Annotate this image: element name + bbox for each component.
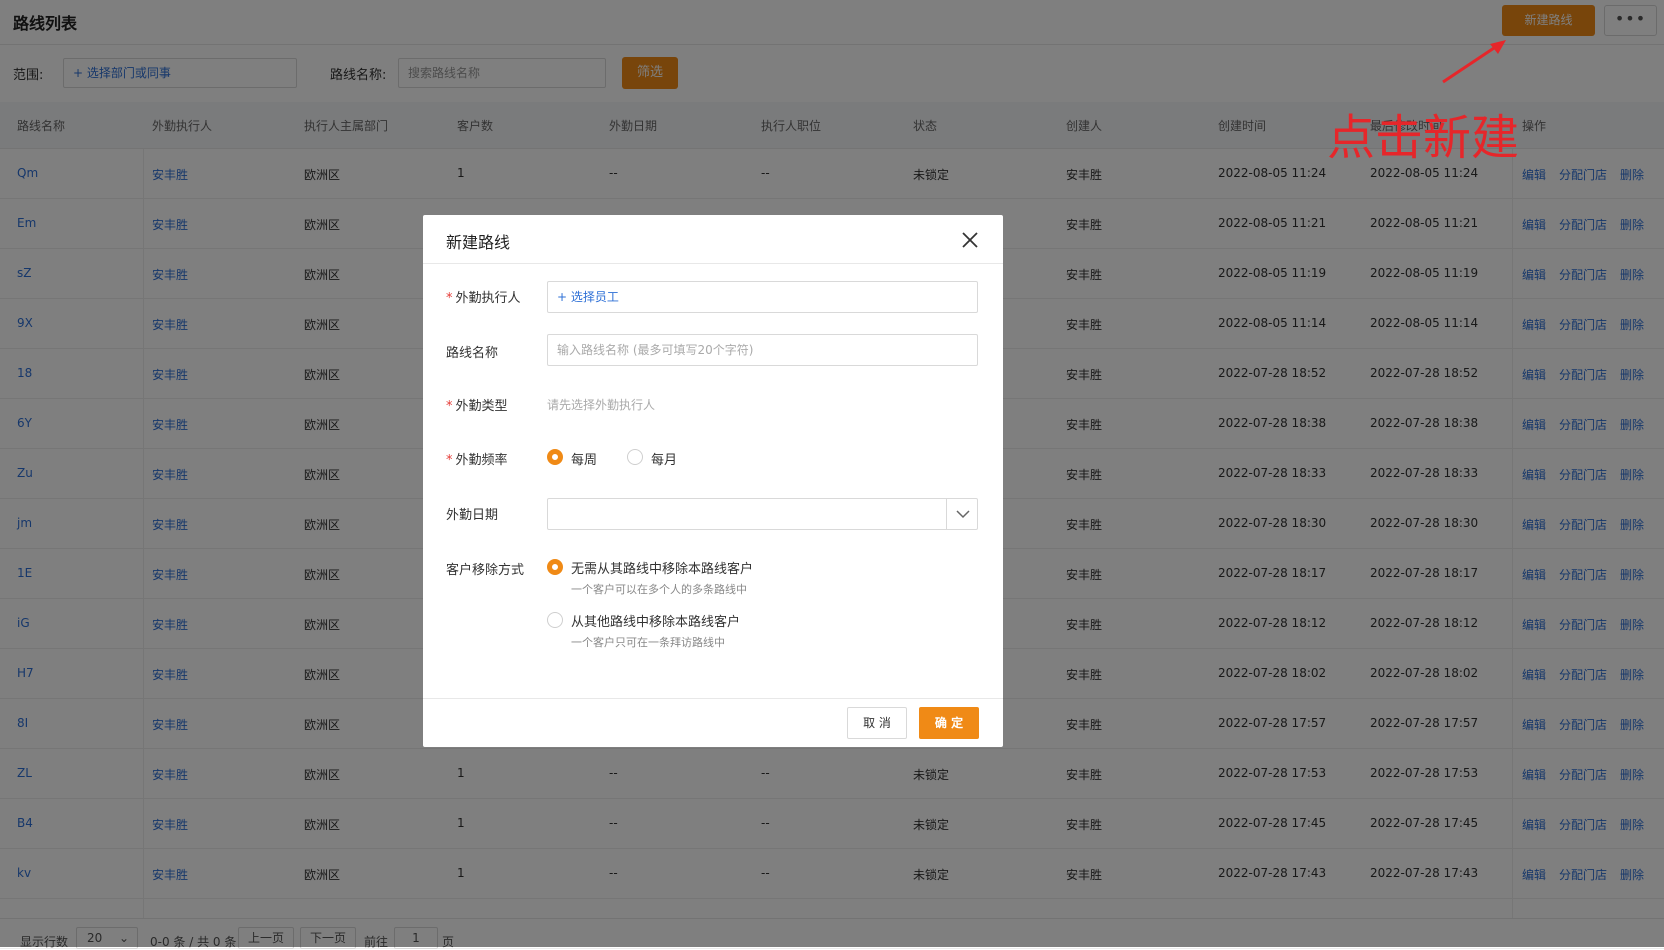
frequency-field-label: * 外勤频率	[446, 449, 508, 468]
cancel-button[interactable]: 取 消	[847, 707, 907, 739]
annotation-arrow-icon	[1442, 40, 1506, 84]
dialog-header-divider	[423, 263, 1003, 264]
date-field-label: 外勤日期	[446, 508, 499, 523]
select-employee-button[interactable]: + 选择员工	[547, 281, 978, 313]
executor-field-label: * 外勤执行人	[446, 287, 521, 306]
frequency-weekly-radio[interactable]	[547, 449, 563, 465]
removal-option-2-radio[interactable]	[547, 612, 563, 628]
removal-field-label: 客户移除方式	[446, 563, 525, 578]
type-field-label: * 外勤类型	[446, 395, 508, 414]
annotation-text: 点击新建	[1327, 110, 1520, 166]
removal-option-2-desc: 一个客户只可在一条拜访路线中	[571, 636, 725, 649]
frequency-label-text: 外勤频率	[455, 453, 508, 468]
dialog-title: 新建路线	[446, 233, 511, 252]
date-select[interactable]	[547, 498, 978, 530]
executor-label-text: 外勤执行人	[455, 291, 521, 306]
required-mark: *	[446, 399, 453, 414]
dialog-footer-divider	[423, 698, 1003, 699]
required-mark: *	[446, 453, 453, 468]
route-name-input[interactable]: 输入路线名称 (最多可填写20个字符)	[547, 334, 978, 366]
close-icon[interactable]	[959, 229, 981, 251]
removal-option-1-desc: 一个客户可以在多个人的多条路线中	[571, 583, 747, 596]
removal-option-1-radio[interactable]	[547, 559, 563, 575]
frequency-monthly-radio[interactable]	[627, 449, 643, 465]
confirm-button[interactable]: 确 定	[919, 707, 979, 739]
removal-option-1-label[interactable]: 无需从其路线中移除本路线客户	[571, 558, 753, 577]
removal-option-2-label[interactable]: 从其他路线中移除本路线客户	[571, 611, 740, 630]
frequency-monthly-label[interactable]: 每月	[651, 449, 677, 468]
type-hint: 请先选择外勤执行人	[547, 398, 656, 412]
route-name-field-label: 路线名称	[446, 346, 499, 361]
required-mark: *	[446, 291, 453, 306]
new-route-dialog: 新建路线 * 外勤执行人 + 选择员工 路线名称 输入路线名称 (最多可填写20个…	[423, 215, 1003, 747]
chevron-down-icon[interactable]	[946, 498, 978, 530]
frequency-weekly-label[interactable]: 每周	[571, 449, 597, 468]
type-label-text: 外勤类型	[455, 399, 508, 414]
